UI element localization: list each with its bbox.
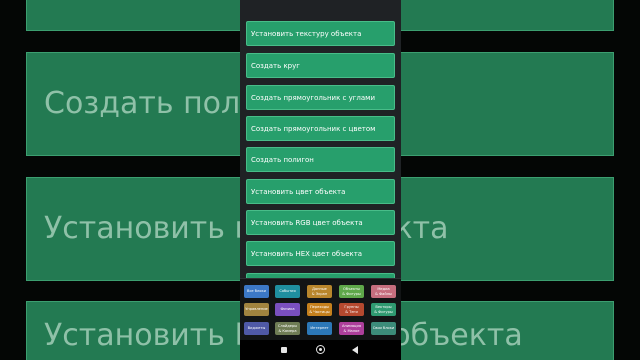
- category-groups-tags[interactable]: Группы & Теги: [339, 303, 364, 316]
- category-widgets[interactable]: Виджеты: [244, 322, 269, 335]
- phone-screen: Установить текстуру объекта Создать круг…: [240, 0, 401, 360]
- block-create-polygon[interactable]: Создать полигон: [246, 147, 395, 172]
- category-transitions-particles[interactable]: Переходы & Частицы: [307, 303, 332, 316]
- block-create-circle[interactable]: Создать круг: [246, 53, 395, 78]
- category-internet[interactable]: Интернет: [307, 322, 332, 335]
- block-set-hex-color[interactable]: Установить HEX цвет объекта: [246, 241, 395, 266]
- category-control[interactable]: Управление: [244, 303, 269, 316]
- block-create-rect-corners[interactable]: Создать прямоугольник с углами: [246, 85, 395, 110]
- category-custom-blocks[interactable]: Свои блоки: [371, 322, 396, 335]
- category-events[interactable]: События: [275, 285, 300, 298]
- recents-square-icon[interactable]: [281, 347, 287, 353]
- block-set-color[interactable]: Установить цвет объекта: [246, 179, 395, 204]
- category-physics[interactable]: Физика: [275, 303, 300, 316]
- android-navbar: [240, 340, 401, 360]
- block-set-texture[interactable]: Установить текстуру объекта: [246, 21, 395, 46]
- category-data-screen[interactable]: Данные & Экран: [307, 285, 332, 298]
- category-vectors-shapes[interactable]: Векторы & Фигуры: [371, 303, 396, 316]
- category-animation[interactable]: Анимация & Малое: [339, 322, 364, 335]
- home-circle-icon[interactable]: [316, 345, 325, 354]
- category-panel: Все блоки События Данные & Экран Объекты…: [240, 278, 401, 340]
- category-media-files[interactable]: Медиа & Файлы: [371, 285, 396, 298]
- back-triangle-icon[interactable]: [352, 346, 358, 354]
- category-all-blocks[interactable]: Все блоки: [244, 285, 269, 298]
- category-sliders-camera[interactable]: Слайдеры & Камера: [275, 322, 300, 335]
- block-list[interactable]: Установить текстуру объекта Создать круг…: [240, 0, 401, 278]
- block-set-rgb-color[interactable]: Установить RGB цвет объекта: [246, 210, 395, 235]
- category-objects-shapes[interactable]: Объекты & Фигуры: [339, 285, 364, 298]
- block-create-rect-color[interactable]: Создать прямоугольник с цветом: [246, 116, 395, 141]
